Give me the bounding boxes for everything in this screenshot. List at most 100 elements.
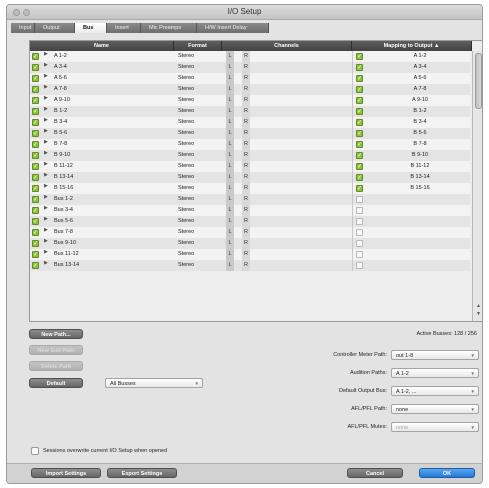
path-active-checkbox[interactable]: ✓: [32, 185, 39, 192]
bus-name[interactable]: B 7-8: [54, 139, 67, 150]
tab-input[interactable]: Input: [11, 23, 35, 33]
mapping-checkbox[interactable]: ✓: [356, 152, 363, 159]
path-active-checkbox[interactable]: ✓: [32, 75, 39, 82]
column-header-channels[interactable]: Channels: [222, 41, 352, 51]
table-row[interactable]: ✓ ▶ Bus 9-10 Stereo LR ✓: [30, 238, 470, 249]
disclosure-triangle-icon[interactable]: ▶: [44, 95, 48, 101]
column-header-name[interactable]: Name: [30, 41, 174, 51]
bus-name[interactable]: Bus 5-6: [54, 216, 73, 227]
mapping-checkbox[interactable]: ✓: [356, 240, 363, 247]
disclosure-triangle-icon[interactable]: ▶: [44, 106, 48, 112]
channel-left[interactable]: L: [226, 128, 234, 139]
table-row[interactable]: ✓ ▶ B 15-16 Stereo L R ✓ B 15-16: [30, 183, 470, 194]
table-row[interactable]: ✓ ▶ Bus 13-14 Stereo LR ✓: [30, 260, 470, 271]
channel-left[interactable]: L: [226, 139, 234, 150]
disclosure-triangle-icon[interactable]: ▶: [44, 194, 48, 200]
channel-right[interactable]: R: [242, 238, 250, 249]
path-active-checkbox[interactable]: ✓: [32, 108, 39, 115]
table-row[interactable]: ✓ ▶ B 5-6 Stereo L R ✓ B 5-6: [30, 128, 470, 139]
table-row[interactable]: ✓ ▶ A 5-6 Stereo L R ✓ A 5-6: [30, 73, 470, 84]
table-row[interactable]: ✓ ▶ Bus 3-4 Stereo LR ✓: [30, 205, 470, 216]
mapping-checkbox[interactable]: ✓: [356, 207, 363, 214]
channel-right[interactable]: R: [242, 51, 250, 62]
channel-right[interactable]: R: [242, 216, 250, 227]
cancel-button[interactable]: Cancel: [347, 468, 403, 478]
bus-name[interactable]: B 13-14: [54, 172, 73, 183]
path-active-checkbox[interactable]: ✓: [32, 262, 39, 269]
table-row[interactable]: ✓ ▶ A 7-8 Stereo L R ✓ A 7-8: [30, 84, 470, 95]
bus-name[interactable]: A 9-10: [54, 95, 70, 106]
disclosure-triangle-icon[interactable]: ▶: [44, 260, 48, 266]
table-row[interactable]: ✓ ▶ B 11-12 Stereo L R ✓ B 11-12: [30, 161, 470, 172]
controller-meter-path-select[interactable]: out 1-8 ▼: [391, 350, 479, 360]
disclosure-triangle-icon[interactable]: ▶: [44, 216, 48, 222]
mapping-checkbox[interactable]: ✓: [356, 163, 363, 170]
default-output-bus-select[interactable]: A 1-2, ... ▼: [391, 386, 479, 396]
channel-right[interactable]: R: [242, 172, 250, 183]
audition-paths-select[interactable]: A 1-2 ▼: [391, 368, 479, 378]
column-header-mapping[interactable]: Mapping to Output ▲: [352, 41, 472, 51]
channel-left[interactable]: L: [226, 183, 234, 194]
bus-name[interactable]: Bus 13-14: [54, 260, 79, 271]
bus-name[interactable]: Bus 7-8: [54, 227, 73, 238]
channel-right[interactable]: R: [242, 62, 250, 73]
channel-right[interactable]: R: [242, 183, 250, 194]
table-row[interactable]: ✓ ▶ A 1-2 Stereo L R ✓ A 1-2: [30, 51, 470, 62]
tab-insert[interactable]: Insert: [107, 23, 141, 33]
disclosure-triangle-icon[interactable]: ▶: [44, 51, 48, 57]
disclosure-triangle-icon[interactable]: ▶: [44, 249, 48, 255]
table-row[interactable]: ✓ ▶ A 3-4 Stereo L R ✓ A 3-4: [30, 62, 470, 73]
bus-name[interactable]: A 7-8: [54, 84, 67, 95]
mapping-checkbox[interactable]: ✓: [356, 218, 363, 225]
channel-right[interactable]: R: [242, 227, 250, 238]
channel-right[interactable]: R: [242, 194, 250, 205]
mapping-checkbox[interactable]: ✓: [356, 130, 363, 137]
mapping-checkbox[interactable]: ✓: [356, 86, 363, 93]
bus-name[interactable]: B 1-2: [54, 106, 67, 117]
channel-right[interactable]: R: [242, 161, 250, 172]
path-active-checkbox[interactable]: ✓: [32, 64, 39, 71]
column-header-format[interactable]: Format: [174, 41, 222, 51]
path-active-checkbox[interactable]: ✓: [32, 152, 39, 159]
mapping-checkbox[interactable]: ✓: [356, 97, 363, 104]
channel-right[interactable]: R: [242, 95, 250, 106]
bus-name[interactable]: B 5-6: [54, 128, 67, 139]
scroll-down-arrow-icon[interactable]: ▼: [475, 311, 482, 317]
disclosure-triangle-icon[interactable]: ▶: [44, 161, 48, 167]
channel-right[interactable]: R: [242, 84, 250, 95]
export-settings-button[interactable]: Export Settings: [107, 468, 177, 478]
channel-left[interactable]: L: [226, 227, 234, 238]
disclosure-triangle-icon[interactable]: ▶: [44, 139, 48, 145]
path-active-checkbox[interactable]: ✓: [32, 196, 39, 203]
afl-pfl-path-select[interactable]: none ▼: [391, 404, 479, 414]
table-row[interactable]: ✓ ▶ B 7-8 Stereo L R ✓ B 7-8: [30, 139, 470, 150]
table-row[interactable]: ✓ ▶ Bus 11-12 Stereo LR ✓: [30, 249, 470, 260]
path-active-checkbox[interactable]: ✓: [32, 163, 39, 170]
mapping-checkbox[interactable]: ✓: [356, 262, 363, 269]
channel-left[interactable]: L: [226, 238, 234, 249]
path-active-checkbox[interactable]: ✓: [32, 174, 39, 181]
mapping-checkbox[interactable]: ✓: [356, 64, 363, 71]
bus-name[interactable]: A 1-2: [54, 51, 67, 62]
mapping-checkbox[interactable]: ✓: [356, 141, 363, 148]
channel-left[interactable]: L: [226, 216, 234, 227]
disclosure-triangle-icon[interactable]: ▶: [44, 117, 48, 123]
scrollbar-thumb[interactable]: [475, 53, 482, 109]
scroll-up-arrow-icon[interactable]: ▲: [475, 303, 482, 309]
channel-right[interactable]: R: [242, 249, 250, 260]
bus-name[interactable]: A 5-6: [54, 73, 67, 84]
channel-right[interactable]: R: [242, 205, 250, 216]
channel-left[interactable]: L: [226, 260, 234, 271]
channel-left[interactable]: L: [226, 205, 234, 216]
disclosure-triangle-icon[interactable]: ▶: [44, 172, 48, 178]
mapping-checkbox[interactable]: ✓: [356, 119, 363, 126]
path-active-checkbox[interactable]: ✓: [32, 141, 39, 148]
bus-name[interactable]: B 3-4: [54, 117, 67, 128]
disclosure-triangle-icon[interactable]: ▶: [44, 238, 48, 244]
bus-name[interactable]: B 11-12: [54, 161, 73, 172]
table-row[interactable]: ✓ ▶ A 9-10 Stereo L R ✓ A 9-10: [30, 95, 470, 106]
bus-name[interactable]: Bus 1-2: [54, 194, 73, 205]
disclosure-triangle-icon[interactable]: ▶: [44, 150, 48, 156]
vertical-scrollbar[interactable]: ▲ ▼: [472, 51, 482, 321]
channel-left[interactable]: L: [226, 249, 234, 260]
